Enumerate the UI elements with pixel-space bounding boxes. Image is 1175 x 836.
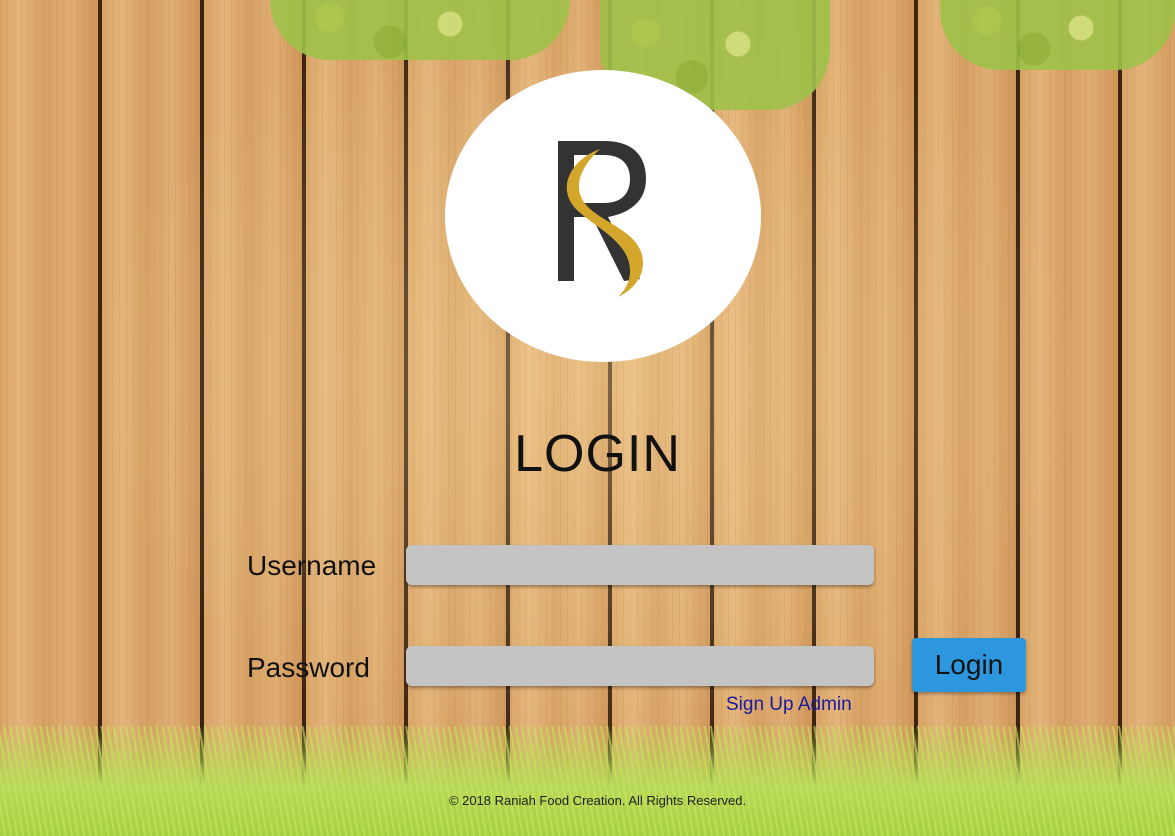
- ivy-leaves-left: [270, 0, 570, 60]
- username-label: Username: [247, 550, 377, 581]
- raniah-r-logo-icon: [558, 141, 646, 297]
- copyright-footer: © 2018 Raniah Food Creation. All Rights …: [448, 793, 747, 808]
- ivy-leaves-right: [940, 0, 1175, 70]
- grass-foreground: [0, 726, 1175, 836]
- password-field[interactable]: [406, 646, 874, 686]
- page-title: LOGIN: [514, 425, 681, 483]
- logo-circle: [445, 70, 761, 362]
- login-button[interactable]: Login: [912, 638, 1026, 692]
- sign-up-admin-link[interactable]: Sign Up Admin: [726, 694, 852, 716]
- password-label: Password: [247, 652, 370, 683]
- username-field[interactable]: [406, 545, 874, 585]
